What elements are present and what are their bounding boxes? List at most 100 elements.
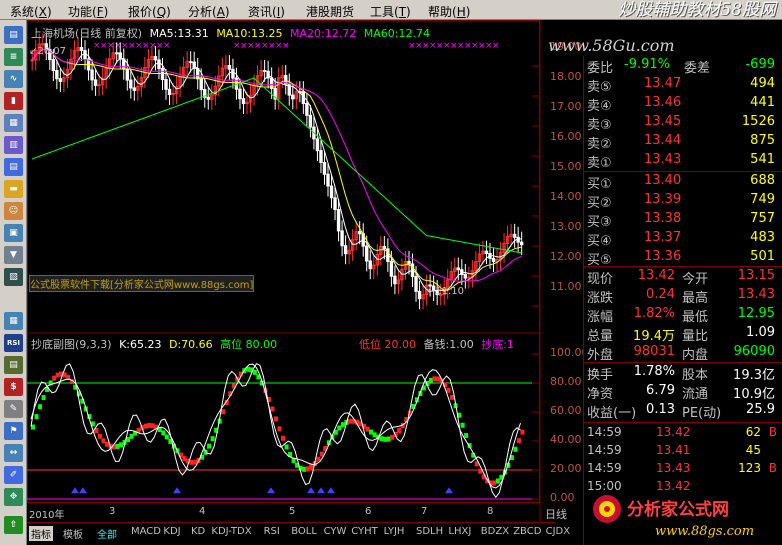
sell-row: 卖① 13.43 541	[587, 152, 775, 171]
step-bar	[383, 436, 388, 442]
period-label[interactable]: 日线	[545, 506, 567, 522]
indicator-tabs: 指标 模板 全部 MACD KDJ KD KDJ-TDX RSI BOLL CYW CYHT LYJH…	[27, 522, 570, 545]
candle-body	[340, 230, 344, 247]
buy-row: 买② 13.39 749	[587, 192, 775, 211]
tab-lyjh[interactable]: LYJH	[384, 526, 405, 537]
tab-kdj[interactable]: KDJ	[163, 526, 180, 537]
step-bar	[129, 433, 134, 439]
sell-row: 卖⑤ 13.47 494	[587, 76, 775, 95]
candle-body	[417, 290, 422, 300]
candle-body	[407, 260, 411, 265]
step-bar	[372, 432, 377, 438]
menu-analysis[interactable]: 分析(A)	[188, 3, 230, 20]
tick-row: 14:59 13.43 123 B	[587, 461, 777, 475]
tab-kdj-tdx[interactable]: KDJ-TDX	[211, 526, 251, 537]
quote-icon[interactable]: ▤	[4, 26, 23, 44]
dollar-icon[interactable]: $	[4, 378, 23, 396]
high-marker: ↙20.07	[29, 46, 67, 57]
candle-body	[357, 231, 362, 235]
tab-sdlh[interactable]: SDLH	[416, 526, 443, 537]
tab-lhxj[interactable]: LHXJ	[448, 526, 471, 537]
candle-body	[231, 68, 235, 79]
menu-tools[interactable]: 工具(T)	[370, 3, 411, 20]
step-bar	[164, 434, 169, 440]
menu-function[interactable]: 功能(F)	[68, 3, 108, 20]
y-sub-tick: 80.00	[550, 375, 582, 388]
up-arrow-icon[interactable]: ⇧	[4, 516, 23, 534]
table-icon[interactable]: ▦	[4, 114, 23, 132]
menu-help[interactable]: 帮助(H)	[428, 3, 470, 20]
candle-body	[382, 246, 387, 250]
ad-banner[interactable]: 公式股票软件下载[分析家公式网www.88gs.com]	[29, 275, 255, 292]
tab-bdzx[interactable]: BDZX	[481, 526, 509, 537]
x-tick-label: 3	[109, 506, 116, 517]
tab-指标[interactable]: 指标	[29, 526, 53, 541]
candle-body	[58, 78, 63, 82]
candle-body	[55, 70, 59, 80]
menu-hk-futures[interactable]: 港股期货	[306, 3, 354, 20]
wrench-icon[interactable]: ✎	[4, 400, 23, 418]
tab-kd[interactable]: KD	[191, 526, 205, 537]
kline-icon[interactable]: ▮	[4, 92, 23, 110]
ma5-label: MA5:13.31	[149, 27, 209, 40]
tab-rsi[interactable]: RSI	[264, 526, 280, 537]
grid-icon[interactable]: ▥	[4, 136, 23, 154]
tab-zbcd[interactable]: ZBCD	[513, 526, 541, 537]
step-bar	[369, 429, 374, 435]
tab-全部[interactable]: 全部	[97, 526, 117, 541]
folder-icon[interactable]: ▬	[4, 180, 23, 198]
rsi-icon[interactable]: RSI	[4, 334, 23, 352]
candle-body	[93, 79, 98, 86]
line-chart-icon[interactable]: ∿	[4, 70, 23, 88]
tab-模板[interactable]: 模板	[63, 526, 83, 541]
candle-body	[79, 47, 84, 52]
step-bar	[492, 480, 497, 486]
list-icon[interactable]: ≡	[4, 48, 23, 66]
step-bar	[192, 459, 197, 465]
y-sub-tick: 40.00	[550, 433, 582, 446]
candle-body	[51, 59, 56, 72]
menu-bar: 系统(X) 功能(F) 报价(Q) 分析(A) 资讯(I) 港股期货 工具(T)…	[0, 0, 782, 20]
marker: ×	[492, 41, 500, 51]
report-icon[interactable]: ▤	[4, 158, 23, 176]
filter-icon[interactable]: ▼	[4, 246, 23, 264]
tab-cyw[interactable]: CYW	[324, 526, 347, 537]
stats-icon[interactable]: ▧	[4, 268, 23, 286]
x-tick-label: 2010年	[29, 510, 65, 521]
step-bar	[104, 441, 109, 447]
users-icon[interactable]: ☺	[4, 202, 23, 220]
pen-icon[interactable]: ✐	[4, 466, 23, 484]
candle-body	[326, 173, 330, 187]
step-bar	[207, 443, 212, 449]
watermark-url: www.58Gu.com	[548, 36, 675, 55]
candle-body	[157, 59, 161, 70]
candle-body	[512, 233, 517, 238]
finance-row: 换手 1.78% 股本 19.3亿	[587, 364, 775, 383]
move-icon[interactable]: ✥	[4, 488, 23, 506]
sub-header-right: 低位 20.00 备钱:1.00 抄底:1	[359, 336, 514, 352]
kline-chart[interactable]: × × × × × × × × × × × × × × × × × × × × × × × × × × × × × × × ×	[27, 20, 583, 522]
tab-boll[interactable]: BOLL	[291, 526, 317, 537]
bars-icon[interactable]: ▦	[4, 312, 23, 330]
menu-system[interactable]: 系统(X)	[10, 3, 52, 20]
tab-cyht[interactable]: CYHT	[351, 526, 378, 537]
y-sub-tick: 60.00	[550, 404, 582, 417]
sub-title: 抄底副图(9,3,3)	[31, 338, 112, 351]
tab-macd[interactable]: MACD	[131, 526, 161, 537]
tab-cjdx[interactable]: CJDX	[546, 526, 570, 537]
candle-body	[322, 161, 327, 175]
left-toolbar: ▤ ≡ ∿ ▮ ▦ ▥ ▤ ▬ ☺ ▣ ▼ ▧ ▦ RSI ▤ $ ✎ ⚑ ↔ …	[0, 20, 27, 545]
chart-area[interactable]: × × × × × × × × × × × × × × × × × × × × × × × × × × × × × × × × 上海机场(日线…	[27, 20, 567, 522]
arrow-icon[interactable]: ↔	[4, 444, 23, 462]
candle-body	[115, 52, 119, 55]
menu-info[interactable]: 资讯(I)	[248, 3, 285, 20]
candle-body	[167, 88, 172, 95]
calc-icon[interactable]: ▤	[4, 356, 23, 374]
flag-icon[interactable]: ⚑	[4, 422, 23, 440]
menu-quote[interactable]: 报价(Q)	[128, 3, 171, 20]
news-icon[interactable]: ▣	[4, 224, 23, 242]
x-tick-label: 6	[365, 506, 372, 517]
step-bar	[150, 423, 155, 429]
buy-signal-marker	[267, 487, 275, 494]
step-bar	[435, 376, 440, 382]
